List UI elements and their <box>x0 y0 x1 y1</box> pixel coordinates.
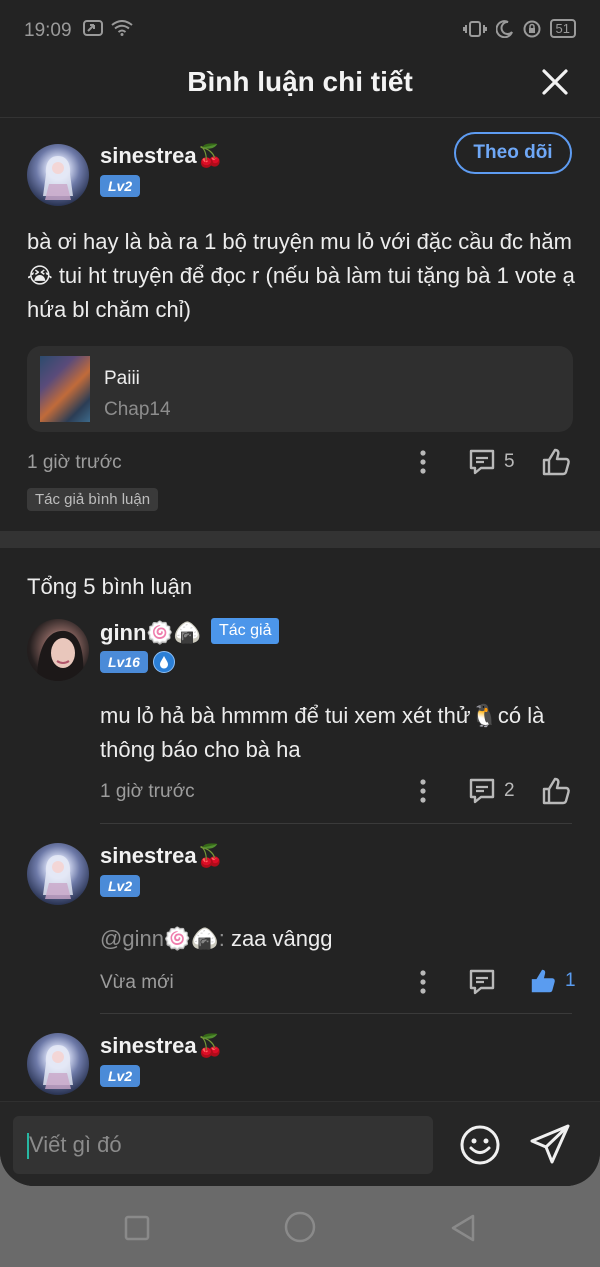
battery-icon: 51 <box>549 19 576 38</box>
like-button[interactable]: 1 <box>529 967 576 995</box>
comment-text: mu lỏ hả bà hmmm để tui xem xét thử🐧có l… <box>100 703 545 762</box>
follow-button[interactable]: Theo dõi <box>454 132 572 174</box>
reply-count: 2 <box>504 780 515 801</box>
comment-input-box[interactable] <box>13 1116 433 1174</box>
total-comments: Tổng 5 bình luận <box>27 574 193 599</box>
level-badge: Lv16 <box>100 651 148 673</box>
section-divider <box>0 531 600 548</box>
level-badge: Lv2 <box>100 875 141 897</box>
username[interactable]: sinestrea🍒 <box>100 143 224 169</box>
timestamp: 1 giờ trước <box>27 452 122 473</box>
water-drop-icon <box>153 651 175 673</box>
chapter-card[interactable]: Paiii Chap14 <box>27 346 573 432</box>
status-bar: 19:09 51 <box>0 0 600 60</box>
comment-icon[interactable] <box>468 968 496 996</box>
wifi-icon <box>111 20 133 36</box>
comment-icon <box>469 449 495 475</box>
author-comment-tag: Tác giả bình luận <box>27 488 159 511</box>
mention[interactable]: @ginn🍥🍙: <box>100 926 225 951</box>
send-icon[interactable] <box>528 1122 572 1166</box>
main-comment: sinestrea🍒 Lv2 Theo dõi bà ơi hay là bà … <box>0 119 600 531</box>
reply-button[interactable]: 5 <box>468 448 515 476</box>
avatar[interactable] <box>27 1033 89 1095</box>
sim-icon <box>83 20 103 36</box>
level-badge: Lv2 <box>100 175 141 197</box>
more-icon[interactable] <box>417 449 429 475</box>
reply-text: zaa vângg <box>224 926 333 951</box>
comment-text: bà ơi hay là bà ra 1 bộ truyện mu lỏ với… <box>27 229 575 322</box>
username[interactable]: ginn🍥🍙 <box>100 620 201 646</box>
system-nav-bar <box>0 1186 600 1267</box>
chapter-title: Paiii <box>104 368 140 389</box>
header: Bình luận chi tiết <box>0 60 600 118</box>
timestamp: Vừa mới <box>100 972 174 993</box>
avatar[interactable] <box>27 619 89 681</box>
comment-input[interactable] <box>13 1116 433 1174</box>
reply-item: sinestrea🍒 Lv2 @ginn🍥🍙: zaa vângg Vừa mớ… <box>0 840 600 1015</box>
avatar[interactable] <box>27 843 89 905</box>
reply-item: sinestrea🍒 Lv2 <box>0 1030 600 1100</box>
comment-input-bar <box>0 1101 600 1186</box>
chapter-number: Chap14 <box>104 399 171 420</box>
text-cursor <box>27 1133 29 1159</box>
status-time: 19:09 <box>24 20 72 41</box>
chapter-thumbnail <box>40 356 90 422</box>
like-filled-icon <box>531 969 555 993</box>
comment-icon <box>469 778 495 804</box>
back-icon[interactable] <box>450 1213 476 1243</box>
reply-item: ginn🍥🍙 Tác giả Lv16 mu lỏ hả bà hmmm để … <box>0 618 600 823</box>
recent-apps-icon[interactable] <box>124 1215 150 1241</box>
lock-rotation-icon <box>523 20 541 37</box>
reply-count: 5 <box>504 451 515 472</box>
divider <box>100 1013 572 1014</box>
page-title: Bình luận chi tiết <box>187 66 413 97</box>
username[interactable]: sinestrea🍒 <box>100 1033 224 1059</box>
like-count: 1 <box>565 970 576 991</box>
more-icon[interactable] <box>417 969 429 995</box>
home-icon[interactable] <box>284 1211 316 1243</box>
username[interactable]: sinestrea🍒 <box>100 843 224 869</box>
vibrate-icon <box>462 20 487 37</box>
timestamp: 1 giờ trước <box>100 781 195 802</box>
moon-icon <box>495 19 513 38</box>
screen: 19:09 51 Bình luận chi tiết sinestrea🍒 L… <box>0 0 600 1186</box>
reply-button[interactable]: 2 <box>468 777 515 805</box>
comment-text: @ginn🍥🍙: zaa vângg <box>100 922 580 956</box>
close-icon[interactable] <box>540 67 570 97</box>
like-icon[interactable] <box>541 447 571 477</box>
author-badge: Tác giả <box>211 618 280 644</box>
divider <box>100 823 572 824</box>
avatar[interactable] <box>27 144 89 206</box>
like-icon[interactable] <box>541 776 571 806</box>
more-icon[interactable] <box>417 778 429 804</box>
emoji-icon[interactable] <box>459 1124 501 1166</box>
level-badge: Lv2 <box>100 1065 141 1087</box>
